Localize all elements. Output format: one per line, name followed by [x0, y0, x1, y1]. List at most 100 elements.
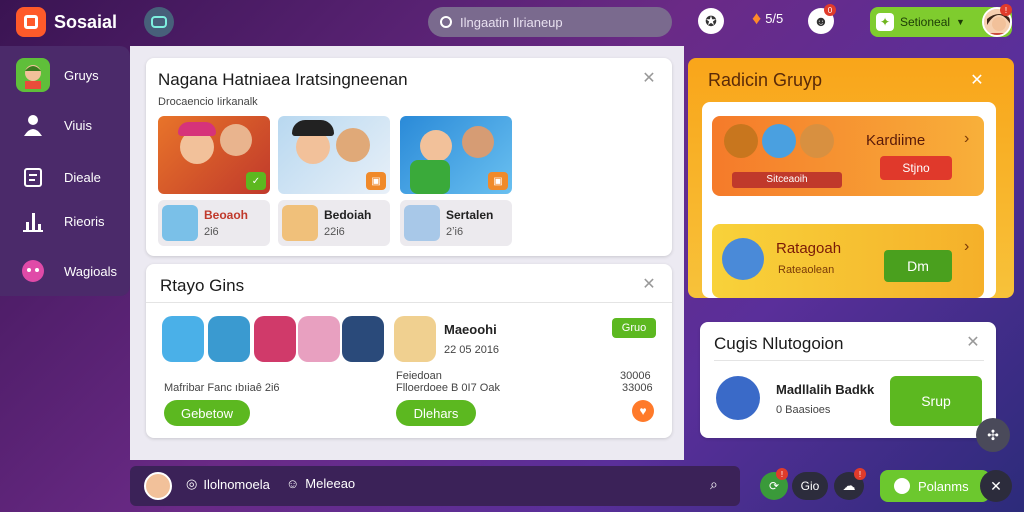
footer-mid-text-2: Flloerdoee B 0I7 Oak	[396, 382, 500, 394]
globe-button[interactable]: ✪	[698, 8, 724, 34]
search-placeholder: Ilngaatin Ilrianeup	[460, 14, 563, 30]
notification-badge: !	[776, 468, 788, 480]
close-icon[interactable]: ✕	[980, 470, 1012, 502]
chevron-right-icon: ›	[964, 130, 970, 147]
member-card[interactable]: Beoaoh 2i6	[158, 200, 270, 246]
app-logo[interactable]: Sosaial	[16, 7, 117, 37]
gio-chip[interactable]: Gio	[792, 472, 828, 500]
avatar[interactable]	[394, 316, 436, 362]
footer-right-text-2: 33006	[622, 382, 653, 394]
tag-icon: ▣	[366, 172, 386, 190]
chat-icon[interactable]	[144, 7, 174, 37]
avatar	[404, 205, 440, 241]
avatar[interactable]	[162, 316, 204, 362]
currency-button[interactable]: ♦ 5/5	[752, 8, 783, 29]
chevron-right-icon: ›	[964, 238, 970, 255]
group-thumbnail[interactable]: ✓	[158, 116, 270, 194]
bottom-item-1[interactable]: ◎ Ilolnomoela	[186, 476, 270, 492]
member-count: 2ʼi6	[446, 226, 464, 238]
user-label: Setioneal	[900, 15, 951, 29]
footer-left-text: Mafribar Fanc ıbıiaê 2i6	[164, 382, 280, 394]
smiley-icon: ☺	[286, 476, 300, 491]
sidebar-item-label: Dieale	[64, 169, 101, 185]
banner-title: Kardiime	[866, 132, 926, 149]
circle-icon	[894, 478, 910, 494]
tag-icon: ▣	[488, 172, 508, 190]
divider	[146, 302, 672, 303]
polanms-button[interactable]: Polanms	[880, 470, 990, 502]
avatar	[162, 205, 198, 241]
sidebar-item-label: Viuis	[64, 117, 92, 133]
avatar	[282, 205, 318, 241]
bottom-item-label: Meleeao	[305, 476, 356, 491]
search-icon	[440, 16, 452, 28]
close-icon[interactable]: ✕	[642, 71, 656, 87]
avatar	[722, 238, 764, 280]
gebetow-button[interactable]: Gebetow	[164, 400, 250, 426]
group-badge[interactable]: Gruo	[612, 318, 656, 338]
banner-ratagoah[interactable]: Ratagoah Rateaolean › Dm	[712, 224, 984, 298]
bottom-item-label: Ilolnomoela	[203, 476, 270, 492]
stjno-button[interactable]: Stjno	[880, 156, 952, 180]
srup-button[interactable]: Srup	[890, 376, 982, 426]
close-icon[interactable]: ✕	[970, 73, 984, 89]
member-card[interactable]: Bedoiah 22i6	[278, 200, 390, 246]
notification-card-title: Cugis Nlutogoion	[714, 334, 844, 353]
group-thumbnail[interactable]: ▣	[278, 116, 390, 194]
avatar[interactable]	[208, 316, 250, 362]
groups-card: Rtayo Gins ✕ Maeoohi 22 05 2016 Gruo Maf…	[146, 264, 672, 438]
avatar[interactable]	[298, 316, 340, 362]
radio-group-title: Radicin Gruyp	[708, 70, 823, 90]
bottom-item-2[interactable]: ☺ Meleeao	[286, 476, 355, 491]
group-thumbnail[interactable]: ▣	[400, 116, 512, 194]
banner-caption: Sitceaoih	[732, 172, 842, 188]
divider	[714, 360, 984, 361]
notification-badge: !	[854, 468, 866, 480]
avatar[interactable]	[716, 376, 760, 420]
member-name: Beoaoh	[204, 208, 249, 222]
app-name: Sosaial	[54, 11, 118, 32]
pink-avatar-icon	[16, 254, 50, 288]
sidebar-item-groups[interactable]: Gruys	[16, 58, 99, 92]
member-card[interactable]: Sertalen 2ʼi6	[400, 200, 512, 246]
notification-card: Cugis Nlutogoion ✕ Madllalih Badkk 0 Baa…	[700, 322, 996, 438]
avatar-badge: !	[1000, 4, 1012, 16]
sidebar-item-viuis[interactable]: Viuis	[16, 108, 92, 142]
banner-kardiime[interactable]: Sitceaoih Kardiime › Stjno	[712, 116, 984, 196]
close-icon[interactable]: ✕	[966, 335, 980, 351]
avatar[interactable]	[342, 316, 384, 362]
footer-mid-text-1: Feiedoan	[396, 370, 442, 382]
sidebar-item-dieale[interactable]: Dieale	[16, 160, 101, 194]
avatar[interactable]	[144, 472, 172, 500]
user-star-icon: ✦	[876, 13, 894, 31]
logo-icon	[16, 7, 46, 37]
sidebar-item-wagioals[interactable]: Wagioals	[16, 254, 117, 288]
search-input[interactable]: Ilngaatin Ilrianeup	[428, 7, 672, 37]
group-avatar-icon	[16, 58, 50, 92]
avatar[interactable]	[254, 316, 296, 362]
sidebar-item-label: Gruys	[64, 67, 99, 83]
quick-action-icon[interactable]: ✣	[976, 418, 1010, 452]
heart-icon[interactable]: ♥	[632, 400, 654, 422]
feature-card-title: Nagana Hatniaea Iratsingneenan	[158, 70, 408, 89]
groups-card-title: Rtayo Gins	[160, 276, 245, 295]
bar-chart-icon	[16, 204, 50, 238]
member-name: Maeoohi	[444, 322, 497, 337]
sidebar-item-rieoris[interactable]: Rieoris	[16, 204, 104, 238]
notification-sub: 0 Baasioes	[776, 404, 831, 416]
feature-card: Nagana Hatniaea Iratsingneenan ✕ Drocaen…	[146, 58, 672, 256]
location-icon: ◎	[186, 476, 198, 491]
notification-badge: 0	[824, 4, 836, 16]
chevron-down-icon: ▼	[956, 17, 965, 27]
sidebar: Gruys Viuis Dieale Rieoris Wagioals	[0, 46, 130, 296]
search-icon[interactable]: ⌕	[710, 476, 718, 493]
close-icon[interactable]: ✕	[642, 277, 656, 293]
dlehars-button[interactable]: Dlehars	[396, 400, 476, 426]
person-icon	[16, 108, 50, 142]
currency-count: 5/5	[765, 11, 784, 26]
clipboard-icon	[16, 160, 50, 194]
sidebar-item-label: Rieoris	[64, 213, 105, 229]
notifications-button[interactable]: ☻ 0	[808, 4, 836, 34]
sidebar-item-label: Wagioals	[64, 263, 117, 279]
dm-button[interactable]: Dm	[884, 250, 952, 282]
